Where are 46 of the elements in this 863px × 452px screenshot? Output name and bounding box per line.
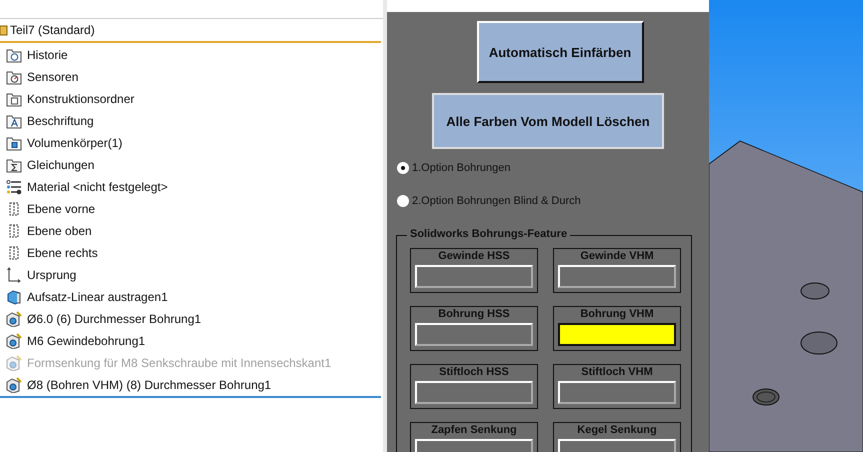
clock-folder-icon (6, 47, 22, 63)
tree-item-label[interactable]: Ebene rechts (27, 246, 98, 260)
cube-icon (6, 289, 22, 305)
tree-item-label[interactable]: Ø6.0 (6) Durchmesser Bohrung1 (27, 312, 202, 326)
tree-item-label[interactable]: Ø8 (Bohren VHM) (8) Durchmesser Bohrung1 (27, 378, 272, 392)
slot-label: Bohrung VHM (580, 308, 654, 322)
slot-label: Stiftloch VHM (581, 366, 653, 380)
part-icon (0, 24, 8, 36)
tree-item-label[interactable]: Ebene vorne (27, 202, 96, 216)
tree-item-label[interactable]: Ebene oben (27, 224, 92, 238)
option-label[interactable]: 2.Option Bohrungen Blind & Durch (412, 195, 581, 207)
tree-item-label[interactable]: Konstruktionsordner (27, 92, 134, 106)
letter-a-folder-icon (6, 113, 22, 129)
slot-label: Gewinde HSS (438, 250, 510, 264)
axes-icon (6, 267, 22, 283)
tree-root-label[interactable]: Teil7 (Standard) (10, 23, 95, 37)
drilled-cube-icon (6, 355, 22, 371)
tree-item-label[interactable]: Ursprung (27, 268, 76, 282)
option-label[interactable]: 1.Option Bohrungen (412, 162, 510, 174)
tree-item-label[interactable]: Volumenkörper(1) (27, 136, 122, 150)
tree-item-label[interactable]: Beschriftung (27, 114, 94, 128)
slot-label: Kegel Senkung (577, 424, 657, 438)
auto-color-button[interactable]: Automatisch Einfärben (476, 21, 644, 83)
tree-item-label[interactable]: Material <nicht festgelegt> (27, 180, 168, 194)
group-title: Solidworks Bohrungs-Feature (407, 228, 570, 240)
slot-label: Zapfen Senkung (431, 424, 517, 438)
clear-colors-button[interactable]: Alle Farben Vom Modell Löschen (432, 93, 664, 149)
radio-button[interactable] (397, 162, 409, 174)
slot-label: Gewinde VHM (580, 250, 654, 264)
tree-item-label[interactable]: M6 Gewindebohrung1 (27, 334, 146, 348)
tree-item-label[interactable]: Aufsatz-Linear austragen1 (27, 290, 168, 304)
tree-item-label[interactable]: Historie (27, 48, 68, 62)
gauge-folder-icon (6, 69, 22, 85)
slot-label: Bohrung HSS (438, 308, 510, 322)
radio-button[interactable] (397, 195, 409, 207)
drilled-cube-icon (6, 377, 22, 393)
tree-item-label[interactable]: Gleichungen (27, 158, 94, 172)
tree-item-label[interactable]: Sensoren (27, 70, 78, 84)
material-list-icon (6, 179, 22, 195)
sigma-folder-icon (6, 157, 22, 173)
color-field[interactable] (558, 323, 676, 346)
cube-folder-icon (6, 135, 22, 151)
drilled-cube-icon (6, 311, 22, 327)
slot-label: Stiftloch HSS (439, 366, 509, 380)
drilled-cube-icon (6, 333, 22, 349)
folder-icon (6, 91, 22, 107)
